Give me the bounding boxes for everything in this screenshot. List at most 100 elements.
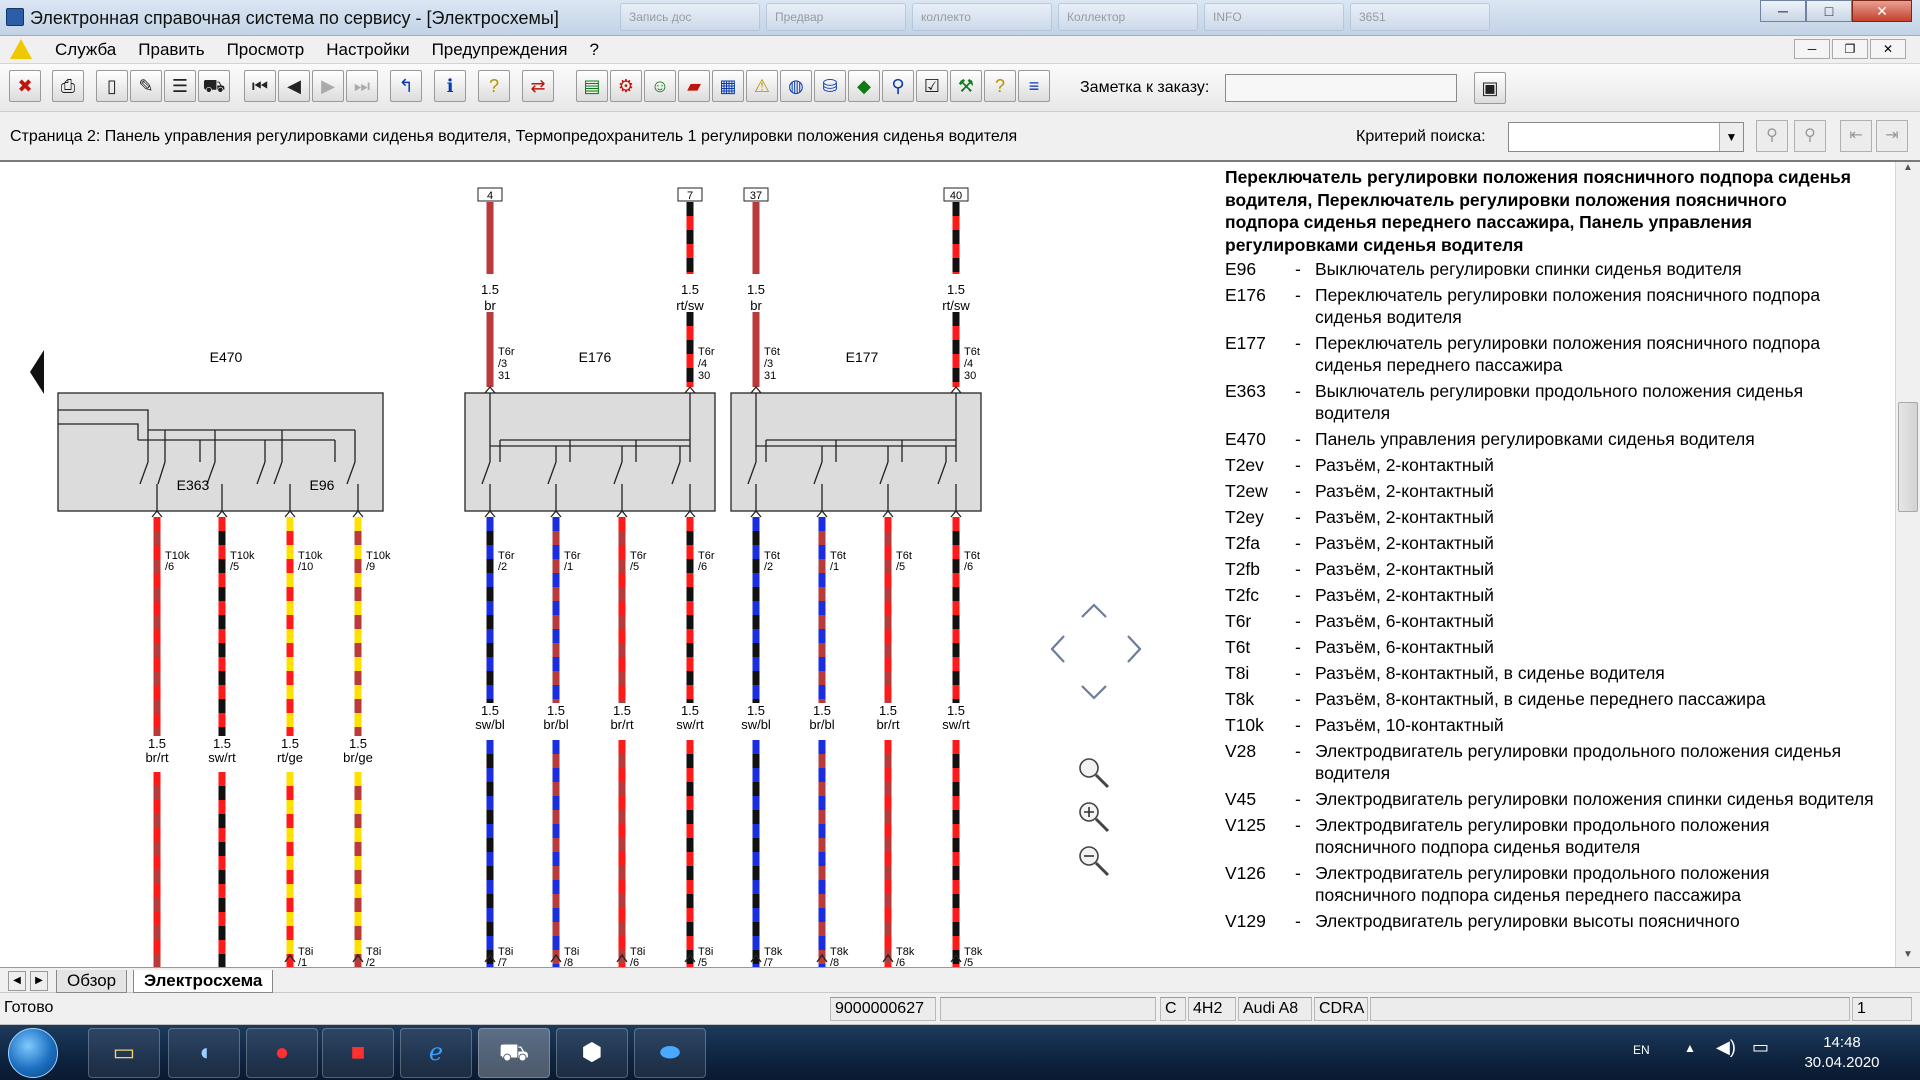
tray-expand-icon[interactable]: ▲ [1684,1041,1696,1055]
globe-icon[interactable]: ◍ [780,70,812,102]
tools-icon[interactable]: ⚒ [950,70,982,102]
zoom-out-icon[interactable] [1079,846,1110,877]
media-player-icon[interactable]: ◖ [168,1028,240,1078]
wire-color: br/bl [543,717,568,732]
swap-icon[interactable]: ⇄ [522,70,554,102]
module-icon[interactable]: ▤ [576,70,608,102]
legend-description: Электродвигатель регулировки положения с… [1315,789,1874,809]
checklist-icon[interactable]: ☑ [916,70,948,102]
layers-icon[interactable]: ≡ [1018,70,1050,102]
maximize-button[interactable]: □ [1806,0,1852,22]
pin-arrow [882,509,894,518]
tab-overview[interactable]: Обзор [56,970,128,993]
legend-item: T10k - Разъём, 10-контактный [1225,714,1895,736]
scroll-down-icon[interactable]: ▼ [1896,949,1920,967]
book-icon[interactable]: ▰ [678,70,710,102]
menu-service[interactable]: Служба [44,40,127,60]
start-button[interactable] [8,1028,58,1078]
mdi-close-button[interactable]: ✕ [1870,39,1906,59]
world-of-tanks-icon[interactable]: ⬢ [556,1028,628,1078]
menu-help[interactable]: ? [579,40,610,60]
elsa-app-icon[interactable]: ⛟ [478,1028,550,1078]
zoom-fit-icon[interactable] [1079,758,1110,789]
previous-page-icon[interactable]: ◀ [278,70,310,102]
legend-description: Переключатель регулировки положения пояс… [1315,285,1821,327]
schematic-canvas[interactable]: E470 E176 E177 E363 E96 4 1.5 br T6r/3 31 7 1.5 rt/s… [0,162,1215,967]
app-icon-blue[interactable]: ⬬ [634,1028,706,1078]
note-input[interactable] [1225,74,1457,102]
mdi-minimize-button[interactable]: ─ [1794,39,1830,59]
input-language[interactable]: EN [1633,1043,1650,1057]
wire-color: sw/bl [475,717,505,732]
system-clock[interactable]: 14:48 30.04.2020 [1782,1033,1902,1073]
search-prev-icon[interactable]: ⚲ [1756,120,1788,152]
mdi-restore-button[interactable]: ❐ [1832,39,1868,59]
edit-green-icon[interactable]: ◆ [848,70,880,102]
jump-back-icon[interactable]: ⇤ [1840,120,1872,152]
tab-scroll-left-icon[interactable]: ◀ [8,971,26,991]
close-button[interactable]: ✕ [1852,0,1912,22]
last-page-icon[interactable]: ⏭ [346,70,378,102]
menu-edit[interactable]: Править [127,40,215,60]
legend-item: V125 - Электродвигатель регулировки продол… [1225,814,1895,858]
new-document-icon[interactable]: ▯ [96,70,128,102]
warning-icon [10,39,32,59]
legend-item: E176 - Переключатель регулировки положения… [1225,284,1895,328]
tab-wiring-diagram[interactable]: Электросхема [133,970,274,993]
pin-arrow [352,509,364,518]
yandex-browser-icon[interactable]: ● [246,1028,318,1078]
scroll-up-icon[interactable]: ▲ [1896,162,1920,180]
back-arrow-icon[interactable]: ↰ [390,70,422,102]
edit-document-icon[interactable]: ✎ [130,70,162,102]
vertical-scrollbar[interactable]: ▲ ▼ [1895,162,1920,967]
disk-icon[interactable]: ⛁ [814,70,846,102]
connector-name: T6r [498,346,515,358]
wire-color: br/bl [809,717,834,732]
pan-right-icon[interactable] [1127,635,1142,663]
network-icon[interactable]: ▭ [1752,1037,1769,1058]
chevron-down-icon[interactable]: ▼ [1719,123,1743,151]
exit-icon[interactable]: ✖ [9,70,41,102]
volume-icon[interactable]: ◀) [1716,1037,1736,1058]
print-icon[interactable]: ⎙ [52,70,84,102]
note-edit-icon[interactable]: ▣ [1474,72,1506,104]
zoom-in-icon[interactable] [1079,802,1110,833]
table-icon[interactable]: ▦ [712,70,744,102]
help-document-icon[interactable]: ? [984,70,1016,102]
jump-forward-icon[interactable]: ⇥ [1876,120,1908,152]
menu-view[interactable]: Просмотр [216,40,316,60]
document-list-icon[interactable]: ☰ [164,70,196,102]
minimize-button[interactable]: ─ [1760,0,1806,22]
scroll-thumb[interactable] [1898,402,1918,512]
first-page-icon[interactable]: ⏮ [244,70,276,102]
info-icon[interactable]: ℹ [434,70,466,102]
explorer-icon[interactable]: ▭ [88,1028,160,1078]
legend-dash: - [1295,741,1301,761]
pin-arrow [684,385,696,394]
search-next-icon[interactable]: ⚲ [1794,120,1826,152]
prev-page-arrow-icon[interactable] [30,350,44,394]
legend-code: E470 [1225,429,1266,449]
person-icon[interactable]: ☺ [644,70,676,102]
menu-warnings[interactable]: Предупреждения [421,40,579,60]
bottom-connector-pin: /6 [630,957,639,967]
status-empty-field-2 [1370,997,1850,1021]
legend-code: T6t [1225,637,1251,657]
pin-arrow [216,509,228,518]
pan-left-icon[interactable] [1050,635,1065,663]
tab-scroll-right-icon[interactable]: ▶ [30,971,48,991]
search-car-icon[interactable]: ⚲ [882,70,914,102]
pan-down-icon[interactable] [1081,685,1107,700]
gear-icon[interactable]: ⚙ [610,70,642,102]
pan-up-icon[interactable] [1081,603,1107,618]
hint-icon[interactable]: ? [478,70,510,102]
car-icon[interactable]: ⛟ [198,70,230,102]
next-page-icon[interactable]: ▶ [312,70,344,102]
menu-settings[interactable]: Настройки [315,40,420,60]
warning-triangle-icon[interactable]: ⚠ [746,70,778,102]
yandex-icon[interactable]: ■ [322,1028,394,1078]
internet-explorer-icon[interactable]: ℯ [400,1028,472,1078]
status-empty-field [940,997,1156,1021]
search-combo[interactable]: ▼ [1508,122,1744,152]
pin-arrow [284,509,296,518]
